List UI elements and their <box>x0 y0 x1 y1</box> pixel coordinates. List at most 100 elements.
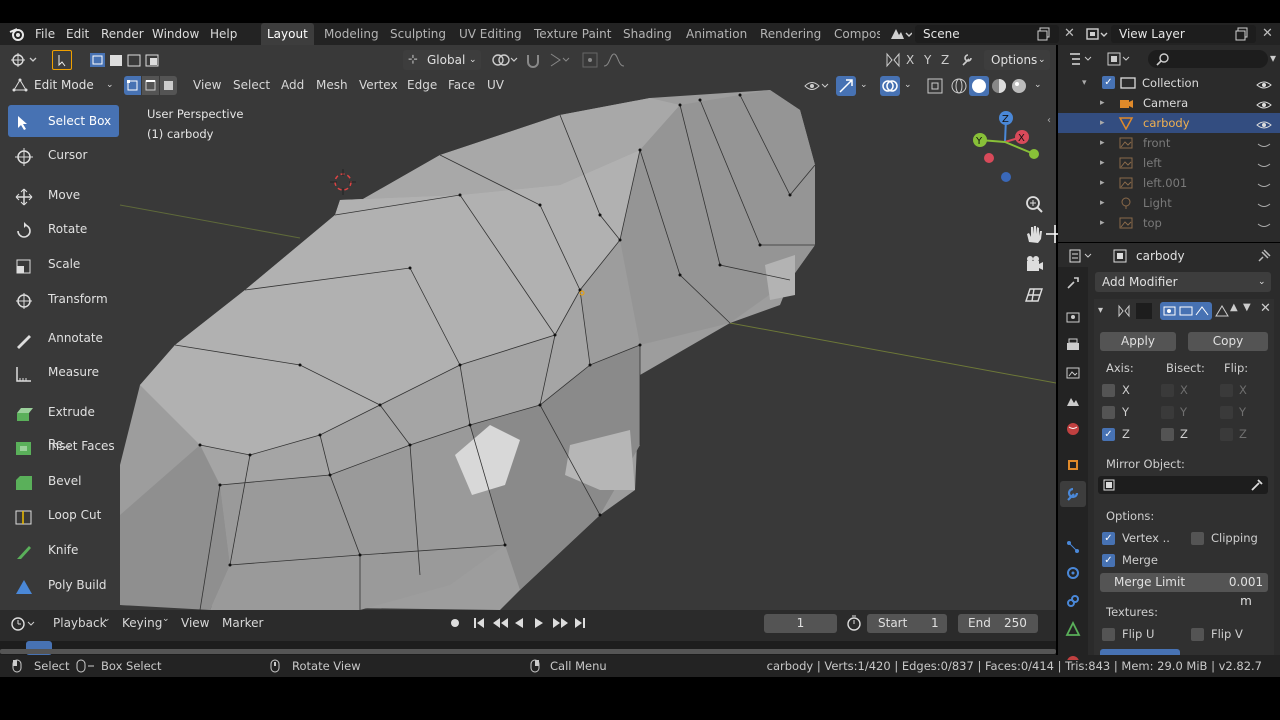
edit-mode-display-icon[interactable] <box>1214 302 1230 320</box>
hidden-eye-icon[interactable] <box>1256 137 1272 149</box>
material-tab-icon[interactable] <box>1065 649 1081 668</box>
expand-arrow-icon[interactable]: ▸ <box>1100 173 1105 193</box>
menu-help[interactable]: Help <box>210 23 237 45</box>
tool-move[interactable]: Move <box>8 179 119 211</box>
xray-toggle-icon[interactable] <box>926 77 944 95</box>
menu-add[interactable]: Add <box>281 73 304 98</box>
outliner-item-collection[interactable]: ▾ ✓ Collection <box>1058 73 1280 93</box>
menu-window[interactable]: Window <box>152 23 199 45</box>
mirror-icon[interactable] <box>884 51 902 69</box>
timeline-editor-icon[interactable] <box>10 615 42 633</box>
outliner-item-front[interactable]: ▸ front <box>1058 133 1280 153</box>
stopwatch-icon[interactable] <box>845 614 863 632</box>
shading-material-icon[interactable] <box>990 77 1008 95</box>
physics-tab-icon[interactable] <box>1065 565 1081 581</box>
tool-inset[interactable]: Inset Faces <box>8 430 119 462</box>
tool-select-box[interactable]: Select Box <box>8 105 119 137</box>
output-tab-icon[interactable] <box>1065 337 1081 353</box>
expand-arrow-icon[interactable]: ▸ <box>1100 193 1105 213</box>
axis-y-checkbox[interactable] <box>1102 406 1115 419</box>
collapse-sidebar-icon[interactable]: ‹ <box>1047 115 1051 126</box>
visibility-eye-icon[interactable] <box>804 77 830 95</box>
copy-view-layer-icon[interactable] <box>1235 27 1249 41</box>
remove-modifier-icon[interactable]: ✕ <box>1260 301 1271 316</box>
mode-select[interactable]: Edit Mode ⌄ <box>10 75 120 95</box>
uv-offset-slider[interactable] <box>1100 649 1180 655</box>
menu-keying[interactable]: Keying <box>122 616 162 630</box>
collapse-arrow-icon[interactable]: ▾ <box>1098 305 1103 316</box>
outliner-item-carbody[interactable]: ▸ carbody <box>1058 113 1280 133</box>
outliner-item-light[interactable]: ▸ Light <box>1058 193 1280 213</box>
menu-view[interactable]: View <box>193 73 221 98</box>
vertex-groups-checkbox[interactable]: ✓ <box>1102 532 1115 545</box>
close-view-layer-icon[interactable]: ✕ <box>1262 23 1273 45</box>
tab-modeling[interactable]: Modeling <box>324 23 379 45</box>
proportional-falloff-icon[interactable] <box>602 51 632 69</box>
close-scene-icon[interactable]: ✕ <box>1064 23 1075 45</box>
bisect-y-checkbox[interactable] <box>1161 406 1174 419</box>
view-layer-field[interactable]: View Layer <box>1111 25 1256 43</box>
flip-z-checkbox[interactable] <box>1220 428 1233 441</box>
mirror-axis-z[interactable]: Z <box>941 47 949 73</box>
visibility-eye-icon[interactable] <box>1256 97 1272 109</box>
tool-bevel[interactable]: Bevel <box>8 465 119 497</box>
particles-tab-icon[interactable] <box>1065 539 1081 555</box>
scene-tab-icon[interactable] <box>1065 393 1081 409</box>
mirror-axis-x[interactable]: X <box>906 47 914 73</box>
view-layer-tab-icon[interactable] <box>1065 365 1081 381</box>
chevron-down-icon[interactable]: ⌄ <box>860 73 868 98</box>
end-frame-field[interactable]: End 250 <box>958 614 1038 633</box>
menu-edit[interactable]: Edit <box>66 23 89 45</box>
move-up-icon[interactable]: ▲ <box>1230 302 1238 313</box>
modifier-tab[interactable] <box>1060 481 1086 507</box>
clipping-checkbox[interactable] <box>1191 532 1204 545</box>
timeline-scrollbar[interactable] <box>0 649 1056 654</box>
tab-texture-paint[interactable]: Texture Paint <box>534 23 611 45</box>
menu-timeline-view[interactable]: View <box>181 616 209 630</box>
hidden-eye-icon[interactable] <box>1256 157 1272 169</box>
wrench-icon[interactable] <box>960 52 974 68</box>
outliner-item-camera[interactable]: ▸ Camera <box>1058 93 1280 113</box>
tab-uv-editing[interactable]: UV Editing <box>459 23 522 45</box>
menu-file[interactable]: File <box>35 23 55 45</box>
constraints-tab-icon[interactable] <box>1065 593 1081 609</box>
outliner-editor-icon[interactable] <box>1068 51 1096 67</box>
apply-button[interactable]: Apply <box>1100 332 1176 351</box>
visibility-eye-icon[interactable] <box>1256 117 1272 129</box>
tab-animation[interactable]: Animation <box>686 23 747 45</box>
menu-playback[interactable]: Playback <box>53 616 107 630</box>
hidden-eye-icon[interactable] <box>1256 217 1272 229</box>
flip-x-checkbox[interactable] <box>1220 384 1233 397</box>
tool-annotate[interactable]: Annotate <box>8 322 119 354</box>
menu-mesh[interactable]: Mesh <box>316 73 348 98</box>
vertex-select-mode-icon[interactable] <box>124 76 141 95</box>
ortho-grid-icon[interactable] <box>1022 283 1046 307</box>
timeline-ruler[interactable] <box>0 641 1056 655</box>
copy-scene-icon[interactable] <box>1037 27 1051 41</box>
bisect-x-checkbox[interactable] <box>1161 384 1174 397</box>
outliner-search-input[interactable] <box>1148 50 1268 68</box>
pivot-point-icon[interactable] <box>490 51 520 69</box>
menu-select[interactable]: Select <box>233 73 270 98</box>
flip-y-checkbox[interactable] <box>1220 406 1233 419</box>
gizmo-toggle-icon[interactable] <box>836 76 856 96</box>
tool-cursor[interactable]: Cursor <box>8 139 119 171</box>
menu-marker[interactable]: Marker <box>222 616 263 630</box>
next-keyframe-icon[interactable] <box>549 614 571 632</box>
tab-layout[interactable]: Layout <box>261 23 314 45</box>
record-icon[interactable] <box>446 614 464 632</box>
jump-start-icon[interactable] <box>470 614 488 632</box>
pin-icon[interactable] <box>1256 248 1272 264</box>
chevron-down-icon[interactable]: ⌄ <box>904 73 912 98</box>
realtime-display-icon[interactable] <box>1160 302 1212 320</box>
tool-knife[interactable]: Knife <box>8 534 119 566</box>
collection-checkbox[interactable]: ✓ <box>1102 76 1115 89</box>
snap-icon[interactable] <box>524 51 542 69</box>
tool-extrude[interactable]: Extrude Re.. <box>8 396 119 451</box>
editor-type-icon[interactable] <box>10 51 40 69</box>
navigation-gizmo[interactable]: Z X Y <box>970 107 1045 187</box>
tool-poly-build[interactable]: Poly Build <box>8 569 119 601</box>
pan-hand-icon[interactable] <box>1022 222 1046 246</box>
flip-u-checkbox[interactable] <box>1102 628 1115 641</box>
jump-end-icon[interactable] <box>571 614 589 632</box>
